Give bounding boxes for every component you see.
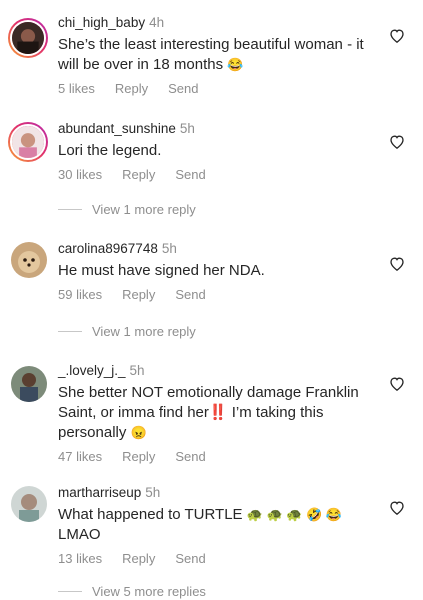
timestamp: 5h — [179, 121, 195, 136]
username[interactable]: martharriseup — [58, 485, 141, 500]
comment-text: Lori the legend. — [58, 142, 162, 159]
send-button[interactable]: Send — [168, 81, 198, 96]
comment-body: _.lovely_j._ 5h She better NOT emotionall… — [58, 362, 379, 464]
avatar[interactable] — [8, 122, 48, 162]
comment-body: abundant_sunshine 5h Lori the legend. 30 … — [58, 120, 379, 182]
reply-button[interactable]: Reply — [122, 287, 155, 302]
comment-text: What happened to TURTLE 🐢 🐢 🐢 🤣 😂 LMAO — [58, 506, 343, 543]
heart-icon[interactable] — [389, 256, 405, 271]
emoji: 🐢 🐢 🐢 🤣 😂 — [246, 507, 343, 522]
username[interactable]: chi_high_baby — [58, 15, 145, 30]
divider-line — [58, 331, 82, 332]
view-more-replies[interactable]: View 1 more reply — [58, 324, 196, 339]
heart-icon[interactable] — [389, 376, 405, 391]
reply-button[interactable]: Reply — [122, 551, 155, 566]
reply-button[interactable]: Reply — [115, 81, 148, 96]
username[interactable]: abundant_sunshine — [58, 121, 176, 136]
comment-body: chi_high_baby 4h She’s the least interest… — [58, 14, 379, 96]
heart-icon[interactable] — [389, 134, 405, 149]
reply-button[interactable]: Reply — [122, 167, 155, 182]
comment-text: She better NOT emotionally damage Frankl… — [58, 384, 359, 441]
emoji: 😠 — [130, 425, 147, 440]
comment-body: carolina8967748 5h He must have signed he… — [58, 240, 379, 302]
view-more-replies[interactable]: View 1 more reply — [58, 202, 196, 217]
heart-icon[interactable] — [389, 28, 405, 43]
heart-icon[interactable] — [389, 500, 405, 515]
likes-count[interactable]: 47 likes — [58, 449, 102, 464]
divider-line — [58, 209, 82, 210]
comment-actions: 13 likes Reply Send — [58, 551, 379, 566]
comment-body: martharriseup 5h What happened to TURTLE … — [58, 484, 379, 566]
double-exclamation-emoji: ‼️ — [208, 404, 228, 421]
username[interactable]: carolina8967748 — [58, 241, 158, 256]
likes-count[interactable]: 5 likes — [58, 81, 95, 96]
view-more-replies[interactable]: View 5 more replies — [58, 584, 206, 599]
send-button[interactable]: Send — [175, 287, 205, 302]
likes-count[interactable]: 30 likes — [58, 167, 102, 182]
likes-count[interactable]: 13 likes — [58, 551, 102, 566]
divider-line — [58, 591, 82, 592]
emoji: 😂 — [227, 57, 244, 72]
likes-count[interactable]: 59 likes — [58, 287, 102, 302]
comment-text: He must have signed her NDA. — [58, 262, 265, 279]
avatar[interactable] — [11, 486, 47, 522]
comment-text: She’s the least interesting beautiful wo… — [58, 36, 364, 73]
comment-actions: 30 likes Reply Send — [58, 167, 379, 182]
comment-actions: 59 likes Reply Send — [58, 287, 379, 302]
timestamp: 5h — [161, 241, 177, 256]
send-button[interactable]: Send — [175, 167, 205, 182]
avatar[interactable] — [11, 366, 47, 402]
timestamp: 5h — [129, 363, 145, 378]
avatar[interactable] — [11, 242, 47, 278]
send-button[interactable]: Send — [175, 449, 205, 464]
timestamp: 5h — [145, 485, 161, 500]
comment-actions: 47 likes Reply Send — [58, 449, 379, 464]
send-button[interactable]: Send — [175, 551, 205, 566]
reply-button[interactable]: Reply — [122, 449, 155, 464]
avatar[interactable] — [8, 18, 48, 58]
username[interactable]: _.lovely_j._ — [58, 363, 126, 378]
timestamp: 4h — [149, 15, 165, 30]
comment-actions: 5 likes Reply Send — [58, 81, 379, 96]
